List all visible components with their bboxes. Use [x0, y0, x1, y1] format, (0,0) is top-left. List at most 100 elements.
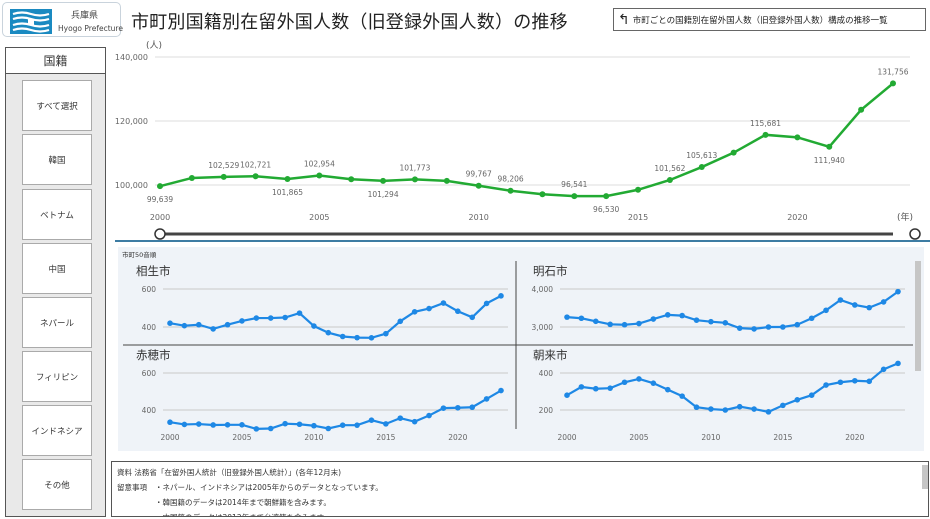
data-point	[507, 187, 514, 194]
data-point	[794, 134, 801, 141]
small-chart-title: 赤穂市	[136, 348, 171, 362]
small-chart-ako: 赤穂市 400 600 2000 2005 2010 2015 2020	[136, 348, 508, 442]
x-tick-label: 2010	[469, 213, 489, 222]
municipality-small-multiples: 市町50音順 相生市 400 600 明石市 3,000 4,000 赤穂市 400 600 20…	[118, 247, 924, 451]
series-line	[169, 294, 502, 339]
data-point	[411, 176, 418, 183]
data-point	[679, 312, 685, 319]
data-point	[354, 422, 360, 428]
data-point	[220, 173, 227, 180]
data-label: 102,954	[304, 160, 335, 169]
data-point	[339, 422, 346, 428]
slicer-item-philippines[interactable]: フィリピン	[22, 351, 92, 402]
notes-scrollbar[interactable]	[922, 465, 928, 489]
data-point	[826, 143, 833, 150]
slicer-item-nepal[interactable]: ネパール	[22, 297, 92, 348]
data-point	[564, 392, 570, 398]
data-label: 105,613	[686, 151, 717, 160]
slicer-title: 国籍	[6, 48, 105, 74]
y-tick-label: 600	[142, 369, 157, 378]
data-point	[253, 426, 260, 432]
data-point	[895, 288, 901, 295]
source-note: 資料 法務省「在留外国人統計（旧登録外国人統計）」(各年12月末)	[117, 468, 342, 477]
data-point	[440, 405, 447, 411]
data-point	[348, 176, 355, 183]
data-point	[664, 386, 671, 393]
x-tick-label: 2015	[773, 433, 792, 442]
small-chart-akashi: 明石市 3,000 4,000	[532, 264, 905, 332]
data-point	[858, 106, 865, 113]
x-tick-label: 2005	[309, 213, 329, 222]
data-point	[808, 315, 815, 322]
data-point	[296, 421, 303, 428]
data-point	[239, 318, 245, 324]
data-point	[188, 174, 195, 181]
data-point	[455, 308, 461, 315]
composition-list-button[interactable]: ↰ 市町ごとの国籍別在留外国人数（旧登録外国人数）構成の推移一覧	[613, 8, 926, 31]
slicer-item-select-all[interactable]: すべて選択	[22, 80, 92, 131]
small-chart-aioi: 相生市 400 600	[136, 264, 508, 341]
data-label: 101,773	[399, 163, 430, 172]
data-point	[780, 402, 786, 409]
data-point	[167, 320, 173, 326]
small-chart-title: 相生市	[136, 264, 171, 278]
data-point	[383, 421, 389, 427]
data-point	[635, 186, 642, 193]
data-point	[311, 323, 317, 329]
y-tick-label: 200	[539, 406, 554, 415]
data-point	[636, 376, 642, 382]
data-point	[693, 404, 700, 411]
data-point	[895, 360, 901, 367]
data-point	[354, 334, 360, 341]
data-point	[578, 315, 585, 322]
data-point	[880, 366, 887, 373]
slicer-item-china[interactable]: 中国	[22, 243, 92, 294]
data-point	[443, 177, 450, 184]
x-tick-label: 2000	[160, 433, 179, 442]
data-label: 115,681	[750, 119, 781, 128]
data-point	[592, 385, 599, 392]
data-point	[426, 305, 432, 312]
data-point	[455, 404, 461, 411]
data-point	[325, 425, 332, 432]
data-label: 131,756	[877, 67, 908, 76]
remark-item: ・韓国籍のデータは2014年まで朝鮮籍を含みます。	[155, 498, 331, 507]
hyogo-logo[interactable]: 兵庫県 Hyogo Prefecture	[2, 2, 123, 37]
data-point	[607, 385, 613, 391]
data-point	[195, 321, 202, 328]
x-tick-label: 2005	[232, 433, 251, 442]
data-point	[823, 382, 829, 388]
x-axis-unit-label: (年)	[897, 211, 913, 223]
data-label: 102,529	[208, 161, 239, 170]
year-slider-start-handle[interactable]	[154, 228, 166, 240]
data-point	[475, 182, 482, 189]
y-tick-label: 3,000	[532, 323, 554, 332]
year-slider-end-handle[interactable]	[909, 228, 921, 240]
data-point	[167, 419, 173, 426]
series-line	[566, 362, 899, 413]
data-point	[592, 318, 599, 325]
panel-scrollbar[interactable]	[915, 261, 921, 371]
y-tick-label: 4,000	[532, 285, 554, 294]
y-tick-label: 120,000	[115, 117, 148, 126]
data-point	[852, 302, 858, 308]
data-point	[866, 378, 873, 385]
slicer-item-korea[interactable]: 韓国	[22, 134, 92, 185]
data-point	[722, 320, 729, 326]
notes-box: 資料 法務省「在留外国人統計（旧登録外国人統計）」(各年12月末) 留意事項 ・…	[111, 461, 929, 517]
data-point	[253, 315, 260, 321]
data-point	[311, 422, 317, 429]
data-point	[890, 80, 896, 87]
data-point	[603, 193, 610, 200]
data-point	[383, 330, 389, 337]
data-point	[837, 379, 844, 386]
x-tick-label: 2010	[304, 433, 323, 442]
slicer-item-indonesia[interactable]: インドネシア	[22, 405, 92, 456]
data-point	[224, 321, 231, 328]
logo-text-jp: 兵庫県	[71, 11, 99, 21]
data-point	[539, 191, 546, 198]
y-tick-label: 400	[142, 323, 157, 332]
y-tick-label: 100,000	[115, 181, 148, 190]
slicer-item-other[interactable]: その他	[22, 459, 92, 510]
slicer-item-vietnam[interactable]: ベトナム	[22, 189, 92, 240]
